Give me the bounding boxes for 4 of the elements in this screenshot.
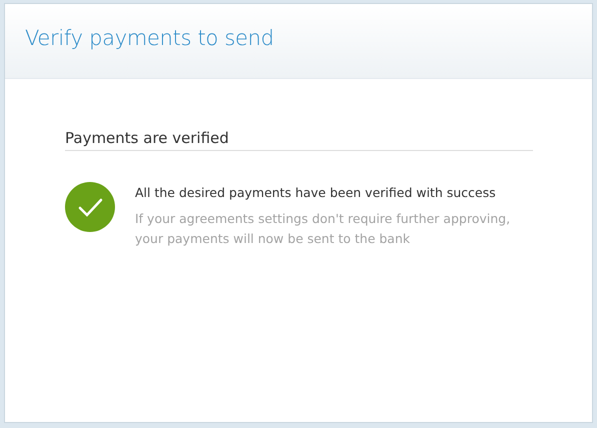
result-message: All the desired payments have been verified with success — [135, 184, 497, 202]
result-note: If your agreements settings don't require further approving, your payments will now be sent to the bank — [135, 210, 512, 248]
section-heading: Payments are verified — [65, 129, 533, 151]
dialog-title: Verify payments to send — [25, 26, 275, 52]
